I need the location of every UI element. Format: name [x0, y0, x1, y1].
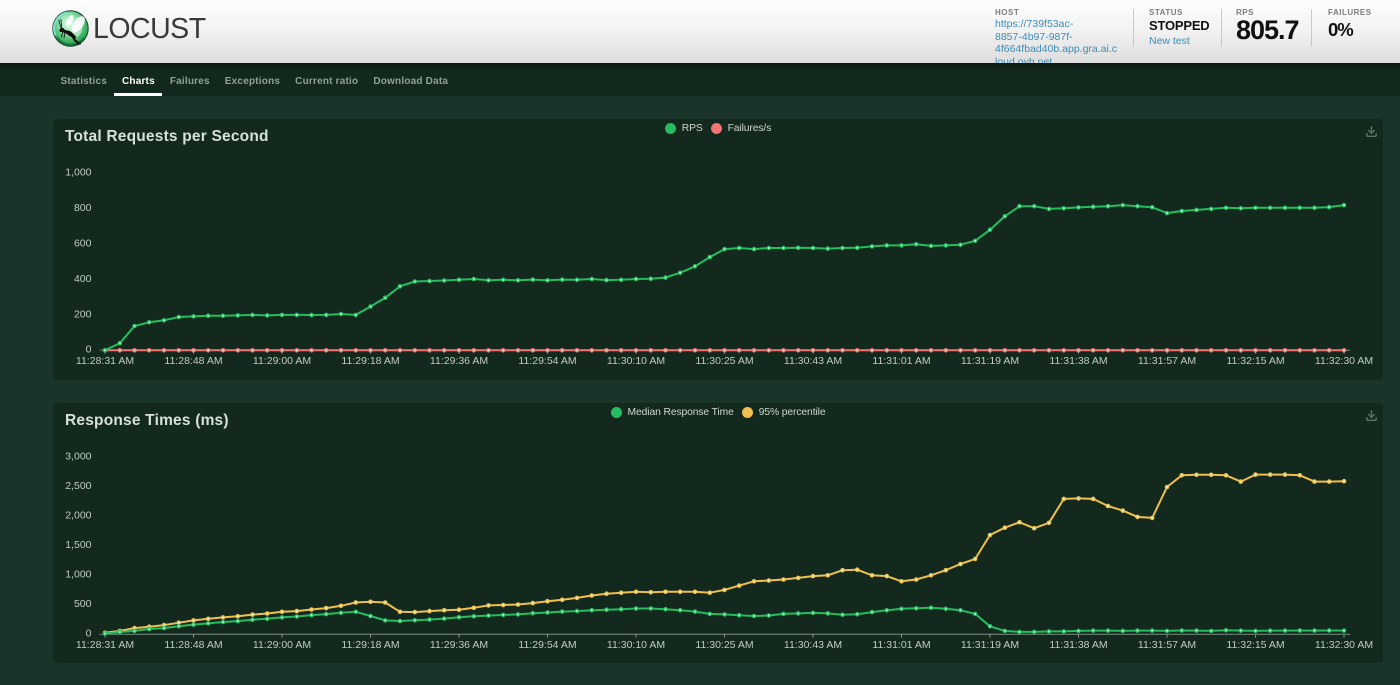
svg-text:500: 500: [74, 598, 92, 610]
svg-text:11:29:36 AM: 11:29:36 AM: [430, 639, 488, 651]
svg-text:1,500: 1,500: [65, 539, 91, 551]
svg-text:200: 200: [74, 308, 92, 320]
svg-text:11:31:19 AM: 11:31:19 AM: [961, 639, 1019, 651]
svg-text:2,500: 2,500: [65, 480, 91, 492]
svg-text:11:30:10 AM: 11:30:10 AM: [607, 355, 665, 367]
svg-text:11:28:31 AM: 11:28:31 AM: [76, 355, 134, 367]
svg-text:11:30:43 AM: 11:30:43 AM: [784, 355, 842, 367]
svg-text:11:28:48 AM: 11:28:48 AM: [164, 639, 222, 651]
svg-text:11:31:19 AM: 11:31:19 AM: [961, 355, 1019, 367]
svg-text:11:29:36 AM: 11:29:36 AM: [430, 355, 488, 367]
svg-text:11:31:57 AM: 11:31:57 AM: [1138, 355, 1196, 367]
svg-text:11:32:30 AM: 11:32:30 AM: [1315, 639, 1373, 651]
svg-text:11:31:01 AM: 11:31:01 AM: [872, 639, 930, 651]
svg-text:11:32:30 AM: 11:32:30 AM: [1315, 355, 1373, 367]
svg-text:11:31:38 AM: 11:31:38 AM: [1049, 639, 1107, 651]
svg-text:11:28:31 AM: 11:28:31 AM: [76, 639, 134, 651]
svg-text:11:29:18 AM: 11:29:18 AM: [341, 355, 399, 367]
svg-text:11:31:38 AM: 11:31:38 AM: [1049, 355, 1107, 367]
svg-text:2,000: 2,000: [65, 510, 91, 522]
svg-text:11:29:54 AM: 11:29:54 AM: [518, 639, 576, 651]
svg-text:11:31:01 AM: 11:31:01 AM: [872, 355, 930, 367]
svg-text:11:30:25 AM: 11:30:25 AM: [695, 355, 753, 367]
svg-text:11:29:00 AM: 11:29:00 AM: [253, 355, 311, 367]
svg-text:11:28:48 AM: 11:28:48 AM: [164, 355, 222, 367]
svg-text:800: 800: [74, 202, 92, 214]
svg-text:600: 600: [74, 237, 92, 249]
svg-text:1,000: 1,000: [65, 166, 91, 178]
svg-text:0: 0: [86, 628, 92, 640]
svg-text:11:29:54 AM: 11:29:54 AM: [518, 355, 576, 367]
svg-text:11:30:10 AM: 11:30:10 AM: [607, 639, 665, 651]
svg-text:11:32:15 AM: 11:32:15 AM: [1226, 355, 1284, 367]
svg-text:11:29:00 AM: 11:29:00 AM: [253, 639, 311, 651]
svg-text:11:30:43 AM: 11:30:43 AM: [784, 639, 842, 651]
svg-text:11:31:57 AM: 11:31:57 AM: [1138, 639, 1196, 651]
svg-text:1,000: 1,000: [65, 569, 91, 581]
svg-text:0: 0: [86, 344, 92, 356]
svg-text:11:32:15 AM: 11:32:15 AM: [1226, 639, 1284, 651]
svg-text:11:29:18 AM: 11:29:18 AM: [341, 639, 399, 651]
svg-text:400: 400: [74, 273, 92, 285]
svg-text:11:30:25 AM: 11:30:25 AM: [695, 639, 753, 651]
svg-text:3,000: 3,000: [65, 450, 91, 462]
